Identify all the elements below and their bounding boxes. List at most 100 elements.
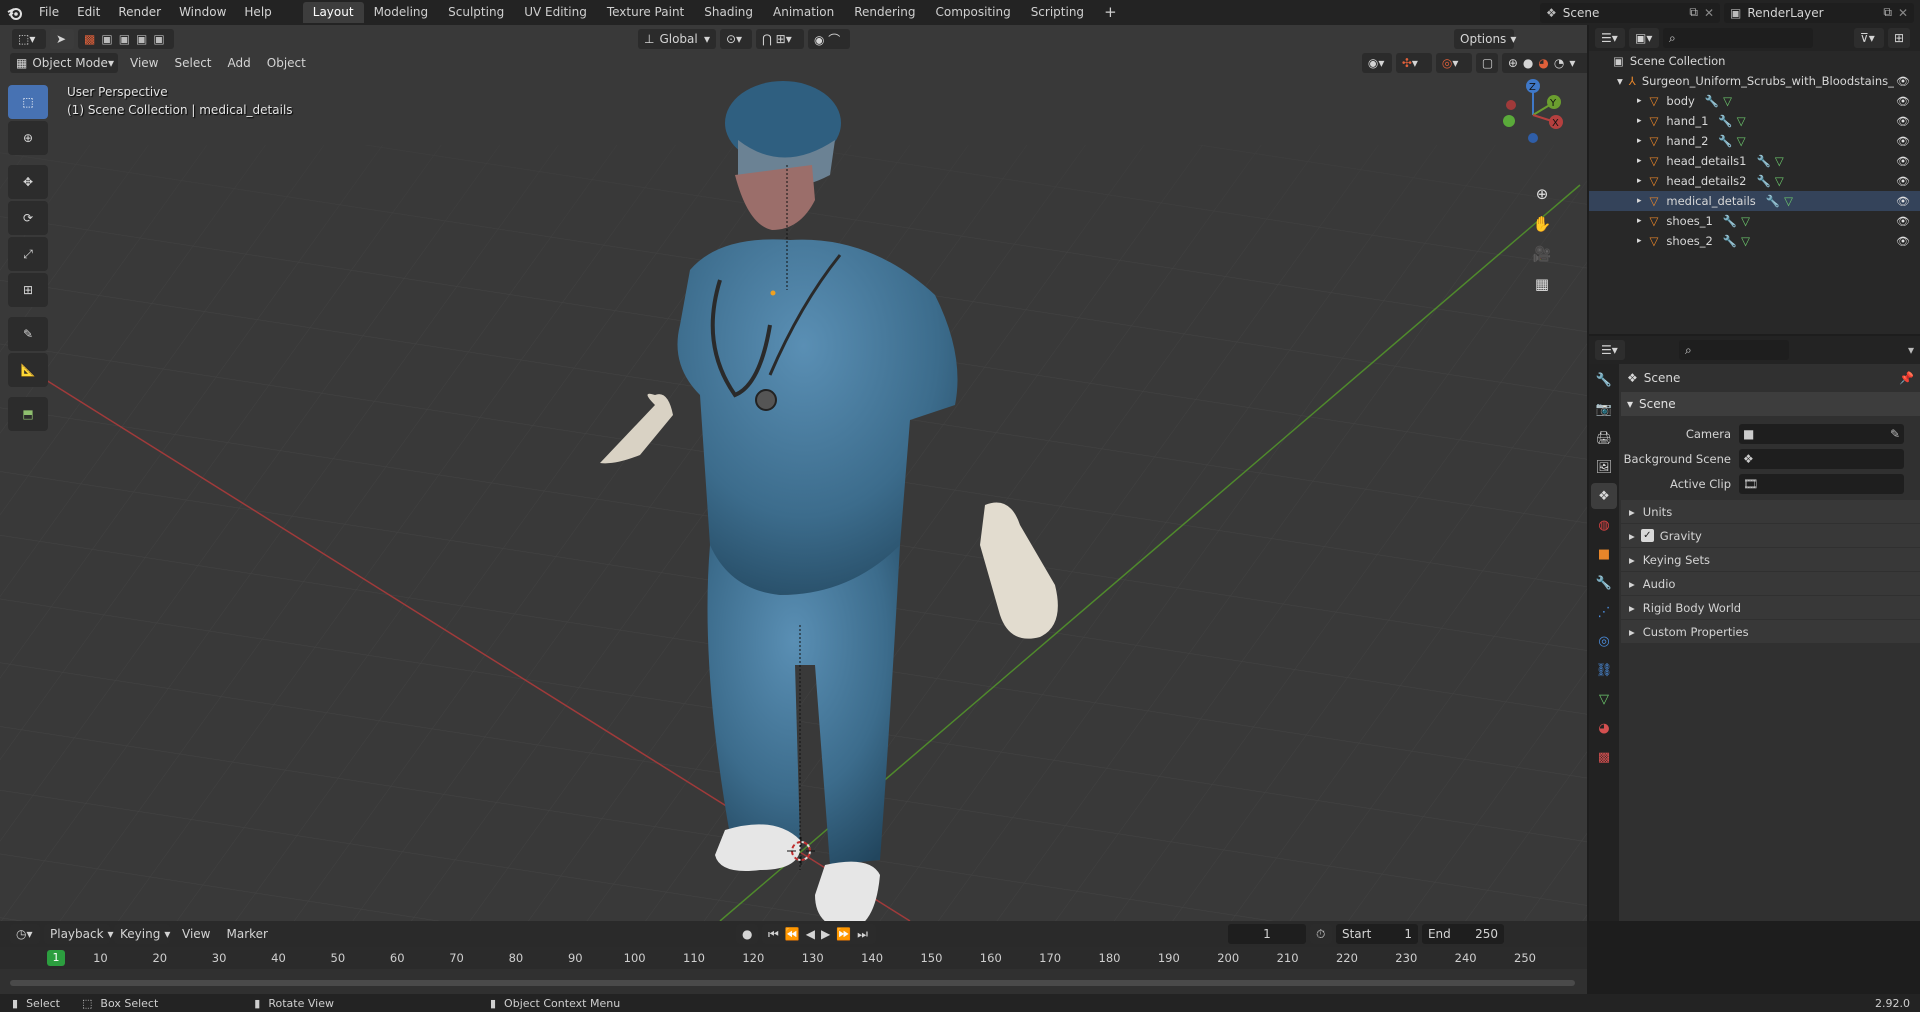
pin-icon[interactable]: 📌 xyxy=(1899,371,1914,385)
tab-rendering[interactable]: Rendering xyxy=(844,2,925,23)
data-tab-icon[interactable]: ▽ xyxy=(1591,686,1617,712)
scene-selector[interactable]: ❖ Scene ⧉ ✕ xyxy=(1540,2,1720,23)
timeline-menu-view[interactable]: View xyxy=(174,927,218,941)
material-tab-icon[interactable]: ◕ xyxy=(1591,715,1617,741)
proportional-editing-toggle[interactable]: ◉ ⌒ xyxy=(808,29,850,49)
auto-keying-toggle[interactable]: ● xyxy=(735,924,758,944)
physics-tab-icon[interactable]: ◎ xyxy=(1591,628,1617,654)
visibility-dropdown[interactable]: ◉▾ xyxy=(1361,53,1392,73)
rotate-tool[interactable]: ⟳ xyxy=(8,201,48,235)
tab-animation[interactable]: Animation xyxy=(763,2,844,23)
outliner-row-parent[interactable]: ▾ ⅄ Surgeon_Uniform_Scrubs_with_Bloodsta… xyxy=(1589,71,1920,91)
camera-field[interactable]: ■ ✎ xyxy=(1739,423,1904,444)
menu-render[interactable]: Render xyxy=(109,0,170,25)
annotate-tool[interactable]: ✎ xyxy=(8,317,48,351)
tab-compositing[interactable]: Compositing xyxy=(925,2,1020,23)
select-intersect-icon[interactable]: ▣ xyxy=(153,32,164,46)
eye-icon[interactable]: 👁 xyxy=(1896,95,1910,108)
world-tab-icon[interactable]: ◍ xyxy=(1591,512,1617,538)
expand-arrow-icon[interactable]: ▸ xyxy=(1637,236,1642,246)
expand-arrow-icon[interactable]: ▸ xyxy=(1637,96,1642,106)
eye-icon[interactable]: 👁 xyxy=(1896,175,1910,188)
editor-type-button[interactable]: ⬚▾ xyxy=(12,29,46,49)
material-shading-icon[interactable]: ◕ xyxy=(1538,56,1548,70)
move-tool[interactable]: ✥ xyxy=(8,165,48,199)
eye-icon[interactable]: 👁 xyxy=(1896,155,1910,168)
zoom-icon[interactable]: ⊕ xyxy=(1529,181,1555,207)
tab-uv-editing[interactable]: UV Editing xyxy=(514,2,597,23)
select-new-icon[interactable]: ▩ xyxy=(84,32,95,46)
timeline-scrollbar[interactable] xyxy=(10,980,1575,986)
gravity-checkbox[interactable]: ✓ xyxy=(1640,529,1654,542)
select-mode-group[interactable]: ▩ ▣ ▣ ▣ ▣ xyxy=(78,29,174,49)
output-tab-icon[interactable]: 🖨 xyxy=(1591,425,1617,451)
ortho-grid-icon[interactable]: ▦ xyxy=(1529,271,1555,297)
blender-logo-icon[interactable] xyxy=(0,0,30,25)
playback-dropdown[interactable]: Playback ▾ xyxy=(44,924,114,944)
expand-arrow-icon[interactable]: ▸ xyxy=(1637,116,1642,126)
wireframe-shading-icon[interactable]: ⊕ xyxy=(1508,56,1518,70)
expand-arrow-icon[interactable]: ▸ xyxy=(1637,156,1642,166)
close-icon[interactable]: ✕ xyxy=(1898,6,1908,20)
next-keyframe-icon[interactable]: ⏩ xyxy=(836,927,851,941)
outliner-editor-type[interactable]: ☰▾ xyxy=(1595,28,1625,48)
measure-tool[interactable]: 📐 xyxy=(8,353,48,387)
tab-texture-paint[interactable]: Texture Paint xyxy=(597,2,694,23)
select-subtract-icon[interactable]: ▣ xyxy=(119,32,130,46)
properties-editor-type[interactable]: ☰▾ xyxy=(1595,340,1625,360)
menu-window[interactable]: Window xyxy=(170,0,235,25)
viewport-menu-view[interactable]: View xyxy=(122,56,166,70)
3d-viewport[interactable]: ⬚▾ ➤ ▩ ▣ ▣ ▣ ▣ ⊥ Global ▾ ⊙▾ ⋂ ⊞▾ ◉ ⌒ Op… xyxy=(0,25,1587,921)
particles-tab-icon[interactable]: ⋰ xyxy=(1591,599,1617,625)
camera-view-icon[interactable]: 🎥 xyxy=(1529,241,1555,267)
select-tool-button[interactable]: ➤ xyxy=(50,29,74,49)
active-clip-field[interactable]: 🎞 xyxy=(1739,473,1904,494)
copy-icon[interactable]: ⧉ xyxy=(1689,5,1698,20)
viewport-menu-object[interactable]: Object xyxy=(259,56,314,70)
eyedropper-icon[interactable]: ✎ xyxy=(1890,427,1900,441)
background-scene-field[interactable]: ❖ xyxy=(1739,448,1904,469)
outliner-row-head-details2[interactable]: ▸ ▽ head_details2 🔧 ▽ 👁 xyxy=(1589,171,1920,191)
add-workspace-button[interactable]: + xyxy=(1094,2,1127,23)
playhead[interactable]: 1 xyxy=(47,950,65,966)
timeline-editor-type[interactable]: ◷▾ xyxy=(10,924,40,944)
xray-toggle[interactable]: ▢ xyxy=(1475,53,1498,73)
play-icon[interactable]: ▶ xyxy=(821,927,830,941)
keying-sets-panel[interactable]: ▸ Keying Sets xyxy=(1621,548,1920,571)
preview-range-toggle[interactable]: ⏱ xyxy=(1309,924,1332,944)
shading-mode-group[interactable]: ⊕ ● ◕ ◔ ▾ xyxy=(1501,53,1587,73)
pivot-point-dropdown[interactable]: ⊙▾ xyxy=(720,29,752,49)
outliner-row-shoes-1[interactable]: ▸ ▽ shoes_1 🔧 ▽ 👁 xyxy=(1589,211,1920,231)
expand-arrow-icon[interactable]: ▸ xyxy=(1637,136,1642,146)
menu-edit[interactable]: Edit xyxy=(68,0,109,25)
jump-end-icon[interactable]: ⏭ xyxy=(857,927,868,942)
eye-icon[interactable]: 👁 xyxy=(1896,235,1910,248)
outliner-search[interactable]: ⌕ xyxy=(1663,28,1813,48)
eye-icon[interactable]: 👁 xyxy=(1896,195,1910,208)
eye-icon[interactable]: 👁 xyxy=(1896,75,1910,88)
rendered-shading-icon[interactable]: ◔ xyxy=(1554,56,1564,70)
display-mode-dropdown[interactable]: ▣▾ xyxy=(1629,28,1659,48)
play-reverse-icon[interactable]: ◀ xyxy=(806,927,815,941)
new-collection-button[interactable]: ⊞ xyxy=(1888,28,1910,48)
transform-orientation-dropdown[interactable]: ⊥ Global ▾ xyxy=(638,29,716,49)
transform-tool[interactable]: ⊞ xyxy=(8,273,48,307)
eye-icon[interactable]: 👁 xyxy=(1896,115,1910,128)
texture-tab-icon[interactable]: ▩ xyxy=(1591,744,1617,770)
mode-dropdown[interactable]: ▦ Object Mode ▾ xyxy=(10,53,118,73)
overlays-toggle[interactable]: ◎ ▾ xyxy=(1435,53,1472,73)
outliner-row-medical-details[interactable]: ▸ ▽ medical_details 🔧 ▽ 👁 xyxy=(1589,191,1920,211)
eye-icon[interactable]: 👁 xyxy=(1896,215,1910,228)
rigid-body-world-panel[interactable]: ▸ Rigid Body World xyxy=(1621,596,1920,619)
pan-hand-icon[interactable]: ✋ xyxy=(1529,211,1555,237)
timeline-menu-marker[interactable]: Marker xyxy=(218,927,275,941)
snap-toggle[interactable]: ⋂ ⊞▾ xyxy=(756,29,804,49)
outliner-row-head-details1[interactable]: ▸ ▽ head_details1 🔧 ▽ 👁 xyxy=(1589,151,1920,171)
view-layer-selector[interactable]: ▣ RenderLayer ⧉ ✕ xyxy=(1724,2,1914,23)
close-icon[interactable]: ✕ xyxy=(1704,6,1714,20)
outliner-row-hand-2[interactable]: ▸ ▽ hand_2 🔧 ▽ 👁 xyxy=(1589,131,1920,151)
jump-start-icon[interactable]: ⏮ xyxy=(768,927,779,942)
keying-dropdown[interactable]: Keying ▾ xyxy=(114,924,170,944)
expand-arrow-icon[interactable]: ▸ xyxy=(1637,216,1642,226)
add-cube-tool[interactable]: ⬒ xyxy=(8,397,48,431)
